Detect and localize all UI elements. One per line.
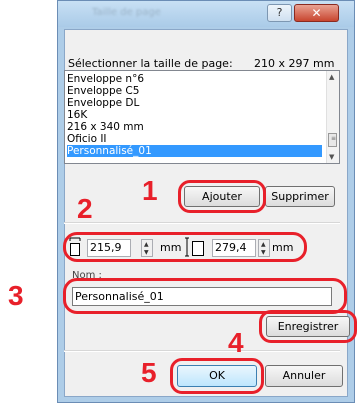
paper-size-list[interactable]: Enveloppe n°6 Enveloppe C5 Enveloppe DL …	[64, 70, 340, 164]
callout-number-4: 4	[228, 327, 244, 358]
callout-number-1: 1	[142, 175, 158, 206]
list-item[interactable]: Enveloppe C5	[67, 85, 322, 97]
callout-ring-name	[63, 278, 347, 314]
page-size-label: Sélectionner la taille de page:	[68, 57, 233, 70]
title-bar[interactable]: Taille de page ? ✕	[58, 1, 354, 27]
current-size-value: 210 x 297 mm	[254, 57, 335, 70]
delete-button[interactable]: Supprimer	[265, 186, 335, 207]
list-item[interactable]: 16K	[67, 109, 322, 121]
grip-icon: ≡	[331, 135, 337, 142]
callout-ring-size	[63, 232, 307, 262]
scroll-thumb[interactable]: ≡	[328, 133, 337, 147]
list-item-selected[interactable]: Personnalisé_01	[67, 145, 322, 157]
divider	[64, 222, 340, 224]
cancel-button[interactable]: Annuler	[265, 365, 343, 387]
callout-ring-save	[259, 310, 357, 343]
callout-number-3: 3	[8, 280, 24, 311]
list-item[interactable]: Enveloppe DL	[67, 97, 322, 109]
close-button[interactable]: ✕	[294, 4, 339, 22]
help-button[interactable]: ?	[267, 4, 292, 22]
scroll-down-icon[interactable]: ▼	[329, 153, 334, 161]
scroll-up-icon[interactable]: ▲	[329, 73, 334, 81]
callout-number-2: 2	[77, 193, 93, 224]
list-scrollbar[interactable]: ▲ ≡ ▼	[326, 71, 339, 163]
callout-ring-ok	[170, 358, 264, 394]
list-item[interactable]: 216 x 340 mm	[67, 121, 322, 133]
window-title: Taille de page	[92, 7, 161, 18]
list-item[interactable]: Oficio II	[67, 133, 322, 145]
callout-number-5: 5	[141, 357, 157, 388]
list-item[interactable]: Enveloppe n°6	[67, 73, 322, 85]
divider	[64, 350, 340, 352]
callout-ring-add	[178, 180, 266, 213]
